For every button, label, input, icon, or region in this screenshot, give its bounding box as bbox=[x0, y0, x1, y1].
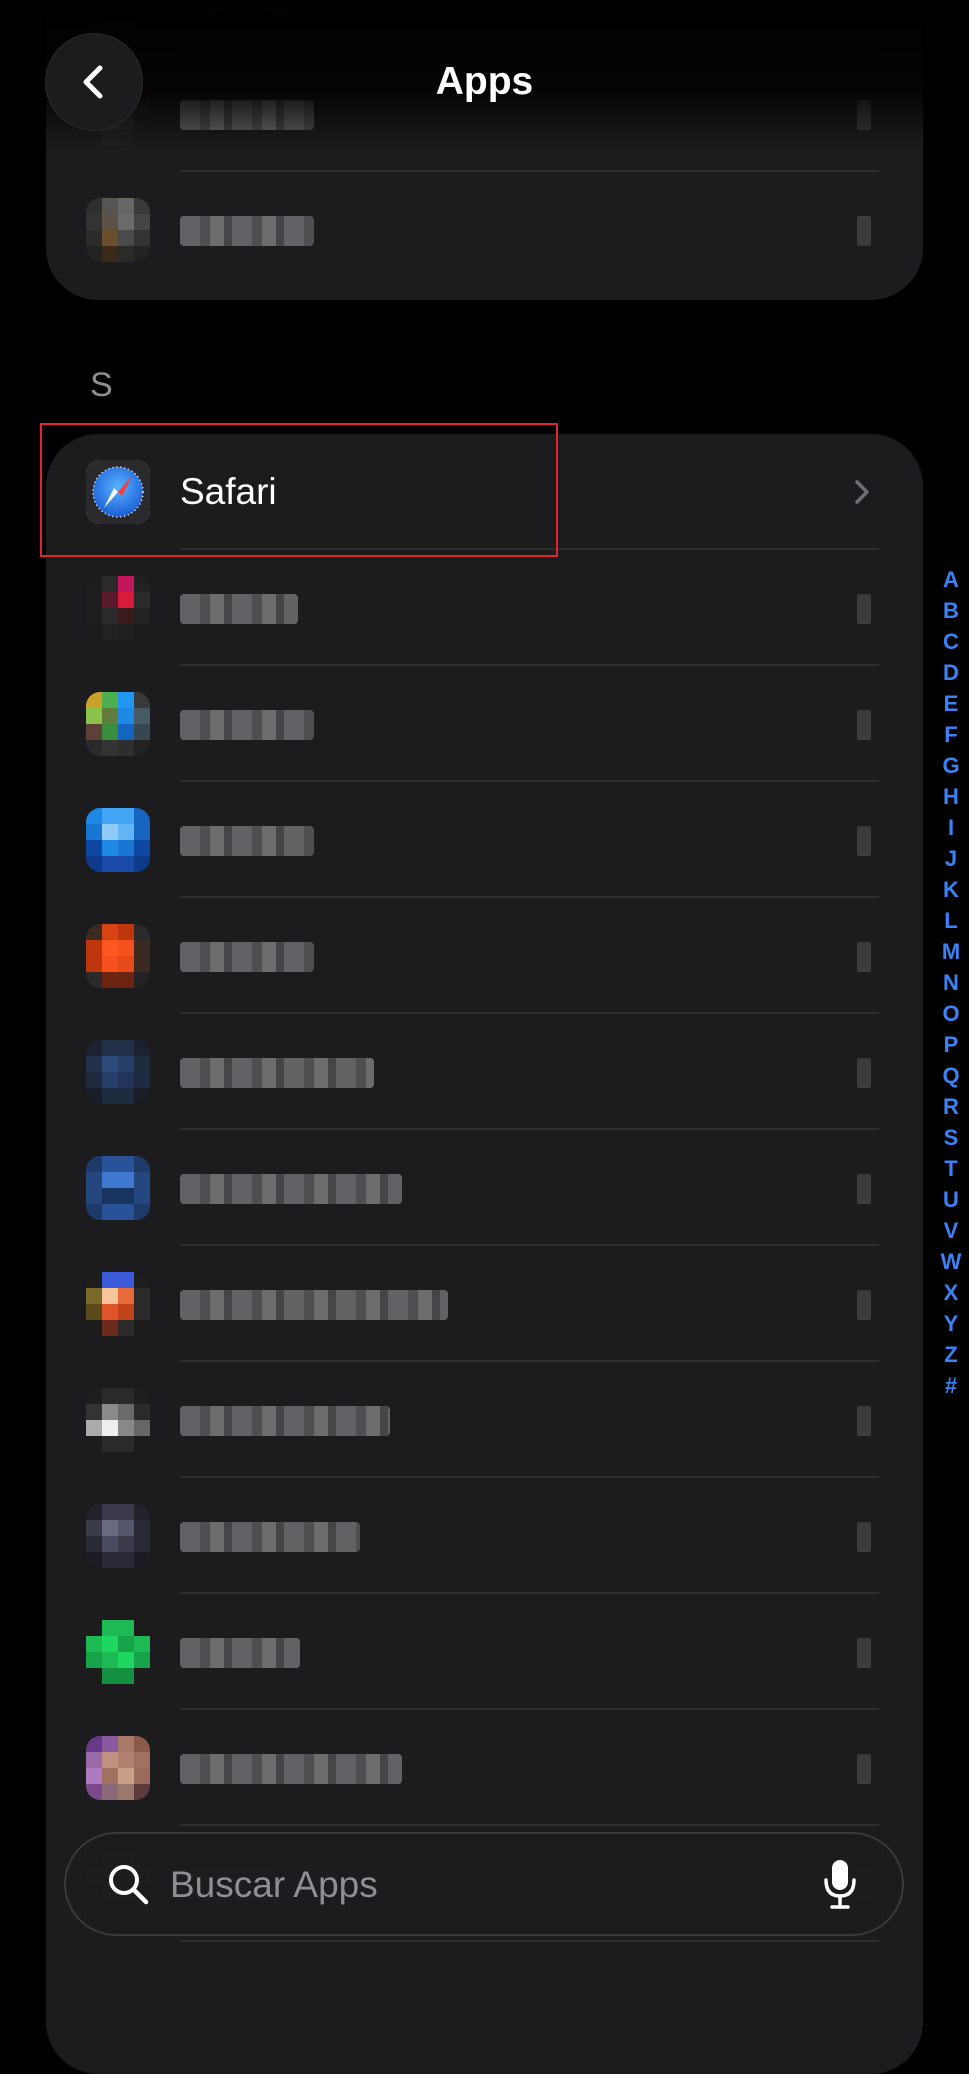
index-letter[interactable]: N bbox=[943, 967, 959, 998]
list-item[interactable] bbox=[46, 172, 923, 288]
highlight-box bbox=[40, 423, 558, 557]
app-icon bbox=[86, 1156, 150, 1220]
chevron-right-icon bbox=[857, 710, 871, 740]
app-icon bbox=[86, 198, 150, 262]
chevron-right-icon bbox=[855, 480, 869, 504]
blurred-label bbox=[180, 216, 314, 246]
chevron-right-icon bbox=[857, 1406, 871, 1436]
list-item[interactable] bbox=[46, 550, 923, 666]
app-icon bbox=[86, 576, 150, 640]
blurred-label bbox=[180, 1174, 402, 1204]
chevron-right-icon bbox=[857, 1754, 871, 1784]
blurred-label bbox=[180, 1638, 300, 1668]
app-icon bbox=[86, 1620, 150, 1684]
chevron-right-icon bbox=[857, 1058, 871, 1088]
list-item[interactable] bbox=[46, 898, 923, 1014]
section-header: S bbox=[90, 366, 113, 404]
list-item[interactable] bbox=[46, 1362, 923, 1478]
index-letter[interactable]: B bbox=[943, 595, 959, 626]
index-letter[interactable]: W bbox=[941, 1246, 962, 1277]
index-letter[interactable]: E bbox=[944, 688, 959, 719]
index-letter[interactable]: H bbox=[943, 781, 959, 812]
blurred-label bbox=[180, 1754, 402, 1784]
app-icon bbox=[86, 808, 150, 872]
app-icon bbox=[86, 1388, 150, 1452]
search-input[interactable] bbox=[168, 1854, 772, 1916]
list-item[interactable] bbox=[46, 1246, 923, 1362]
list-item[interactable] bbox=[46, 1014, 923, 1130]
blurred-label bbox=[180, 594, 298, 624]
index-letter[interactable]: A bbox=[943, 564, 959, 595]
index-letter[interactable]: Q bbox=[942, 1060, 959, 1091]
app-icon bbox=[86, 1272, 150, 1336]
apps-list-card-s: Safari bbox=[46, 434, 923, 2074]
index-letter[interactable]: C bbox=[943, 626, 959, 657]
index-letter[interactable]: M bbox=[942, 936, 960, 967]
blurred-label bbox=[180, 826, 314, 856]
index-letter[interactable]: Z bbox=[944, 1339, 957, 1370]
chevron-right-icon bbox=[857, 826, 871, 856]
app-icon bbox=[86, 1040, 150, 1104]
chevron-right-icon bbox=[857, 594, 871, 624]
index-letter[interactable]: X bbox=[944, 1277, 959, 1308]
index-letter[interactable]: # bbox=[945, 1370, 957, 1401]
index-letter[interactable]: L bbox=[944, 905, 957, 936]
index-letter[interactable]: U bbox=[943, 1184, 959, 1215]
chevron-right-icon bbox=[857, 1638, 871, 1668]
chevron-right-icon bbox=[857, 1174, 871, 1204]
chevron-right-icon bbox=[857, 1522, 871, 1552]
blurred-label bbox=[180, 710, 314, 740]
list-item[interactable] bbox=[46, 1710, 923, 1826]
list-item[interactable] bbox=[46, 782, 923, 898]
index-letter[interactable]: P bbox=[944, 1029, 959, 1060]
blurred-label bbox=[180, 1522, 360, 1552]
index-letter[interactable]: F bbox=[944, 719, 957, 750]
page-title: Apps bbox=[435, 60, 534, 103]
app-icon bbox=[86, 692, 150, 756]
index-letter[interactable]: G bbox=[942, 750, 959, 781]
index-letter[interactable]: Y bbox=[944, 1308, 959, 1339]
list-item[interactable] bbox=[46, 666, 923, 782]
chevron-right-icon bbox=[857, 1290, 871, 1320]
chevron-right-icon bbox=[857, 942, 871, 972]
blurred-label bbox=[180, 942, 314, 972]
magnifier-icon bbox=[109, 1865, 149, 1905]
index-letter[interactable]: T bbox=[944, 1153, 957, 1184]
index-letter[interactable]: O bbox=[942, 998, 959, 1029]
microphone-icon[interactable] bbox=[820, 1856, 860, 1912]
blurred-label bbox=[180, 1290, 448, 1320]
index-letter[interactable]: I bbox=[948, 812, 954, 843]
index-letter[interactable]: J bbox=[945, 843, 957, 874]
app-icon bbox=[86, 1504, 150, 1568]
index-letter[interactable]: V bbox=[944, 1215, 959, 1246]
blurred-label bbox=[180, 1406, 390, 1436]
alphabet-index[interactable]: A B C D E F G H I J K L M N O P Q R S T U V W X Y Z # bbox=[936, 564, 966, 1401]
app-icon bbox=[86, 924, 150, 988]
list-item[interactable] bbox=[46, 1594, 923, 1710]
blurred-label bbox=[180, 1058, 374, 1088]
search-bar[interactable] bbox=[64, 1832, 904, 1936]
index-letter[interactable]: D bbox=[943, 657, 959, 688]
index-letter[interactable]: R bbox=[943, 1091, 959, 1122]
index-letter[interactable]: K bbox=[943, 874, 959, 905]
list-item[interactable] bbox=[46, 1478, 923, 1594]
app-icon bbox=[86, 1736, 150, 1800]
chevron-right-icon bbox=[857, 216, 871, 246]
separator bbox=[180, 1940, 879, 1942]
index-letter[interactable]: S bbox=[944, 1122, 959, 1153]
list-item[interactable] bbox=[46, 1130, 923, 1246]
